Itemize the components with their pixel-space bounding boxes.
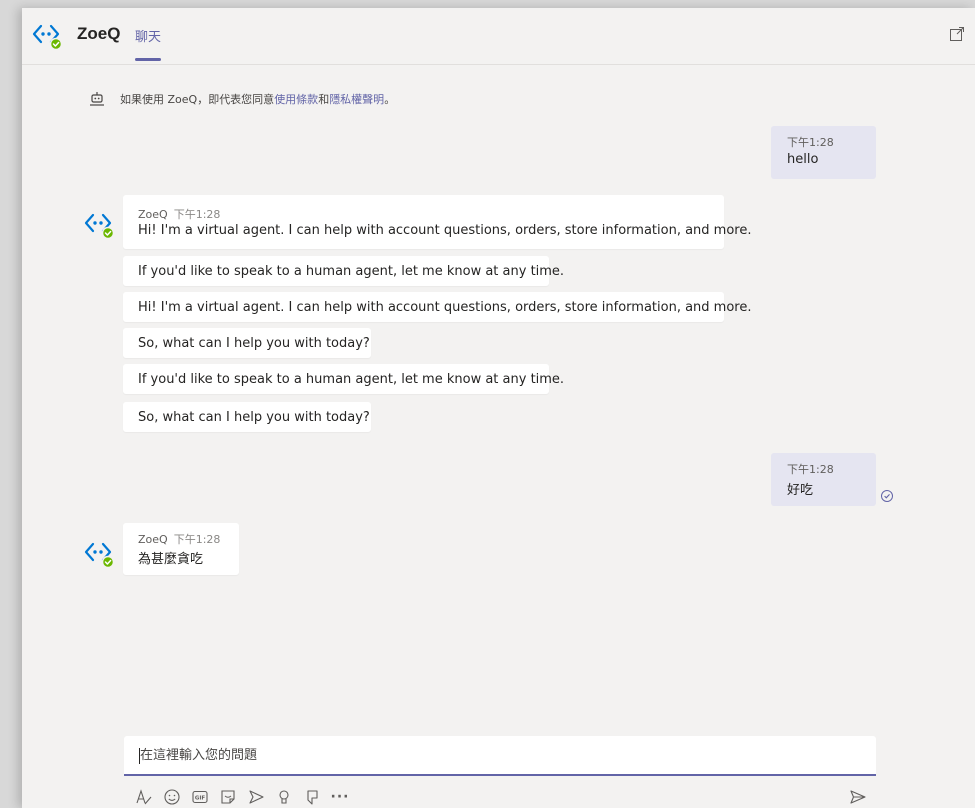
- more-options-icon[interactable]: ···: [330, 787, 350, 807]
- message-meta: ZoeQ 下午1:28: [138, 531, 220, 547]
- app-title: ZoeQ: [77, 24, 121, 43]
- popout-icon[interactable]: [949, 26, 965, 42]
- bot-message: ZoeQ 下午1:28 為甚麼貪吃: [123, 523, 239, 575]
- bot-message: So, what can I help you with today?: [123, 328, 371, 358]
- message-text: hello: [787, 152, 819, 167]
- bot-message: Hi! I'm a virtual agent. I can help with…: [123, 292, 751, 322]
- emoji-icon[interactable]: [162, 787, 182, 807]
- chat-window: ZoeQ 聊天 如果使用 ZoeQ，即代表您同意 使用條款 和 隱私權聲明 。 …: [22, 8, 975, 808]
- consent-suffix: 。: [384, 93, 396, 106]
- format-icon[interactable]: [134, 787, 154, 807]
- gif-icon[interactable]: GIF: [190, 787, 210, 807]
- message-text: If you'd like to speak to a human agent,…: [138, 263, 565, 279]
- consent-conjunction: 和: [318, 93, 330, 106]
- message-composer: [124, 736, 876, 776]
- bot-code-icon: [32, 24, 63, 50]
- tab-active-indicator: [135, 58, 161, 61]
- message-time: 下午1:28: [787, 463, 834, 476]
- seen-check-icon: [881, 490, 893, 502]
- message-text: 為甚麼貪吃: [138, 552, 204, 567]
- user-message: 下午1:28 hello: [771, 126, 876, 179]
- send-icon[interactable]: [848, 787, 868, 807]
- bot-avatar-icon: [84, 542, 115, 569]
- message-text: So, what can I help you with today?: [138, 409, 370, 425]
- consent-notice: 如果使用 ZoeQ，即代表您同意 使用條款 和 隱私權聲明 。: [88, 90, 395, 108]
- bot-message: If you'd like to speak to a human agent,…: [123, 256, 564, 286]
- message-time: 下午1:28: [787, 136, 834, 149]
- more-apps-icon[interactable]: [302, 787, 322, 807]
- privacy-link[interactable]: 隱私權聲明: [329, 91, 384, 107]
- chat-header: ZoeQ 聊天: [22, 8, 975, 65]
- message-meta: ZoeQ 下午1:28: [138, 206, 220, 222]
- message-text: If you'd like to speak to a human agent,…: [138, 371, 565, 387]
- praise-icon[interactable]: [274, 787, 294, 807]
- bot-avatar-icon: [84, 213, 115, 240]
- consent-prefix: 如果使用 ZoeQ，即代表您同意: [120, 93, 275, 106]
- message-time: 下午1:28: [173, 208, 221, 221]
- user-message: 下午1:28 好吃: [771, 453, 876, 506]
- terms-link[interactable]: 使用條款: [274, 91, 318, 107]
- meet-icon[interactable]: [246, 787, 266, 807]
- sender-name: ZoeQ: [138, 208, 168, 221]
- message-text: Hi! I'm a virtual agent. I can help with…: [138, 299, 752, 315]
- more-options-label: ···: [330, 789, 350, 805]
- sender-name: ZoeQ: [138, 533, 168, 546]
- bot-message: If you'd like to speak to a human agent,…: [123, 364, 564, 394]
- message-text: So, what can I help you with today?: [138, 335, 370, 351]
- sticker-icon[interactable]: [218, 787, 238, 807]
- message-text: Hi! I'm a virtual agent. I can help with…: [138, 223, 752, 238]
- bot-message: ZoeQ 下午1:28 Hi! I'm a virtual agent. I ca…: [123, 195, 751, 249]
- message-input[interactable]: [140, 736, 866, 774]
- message-time: 下午1:28: [173, 533, 221, 546]
- svg-text:GIF: GIF: [195, 796, 206, 802]
- bot-icon: [90, 92, 104, 106]
- tab-chat[interactable]: 聊天: [135, 26, 161, 45]
- composer-toolbar: GIF ···: [134, 786, 358, 808]
- message-text: 好吃: [787, 483, 814, 498]
- bot-message: So, what can I help you with today?: [123, 402, 371, 432]
